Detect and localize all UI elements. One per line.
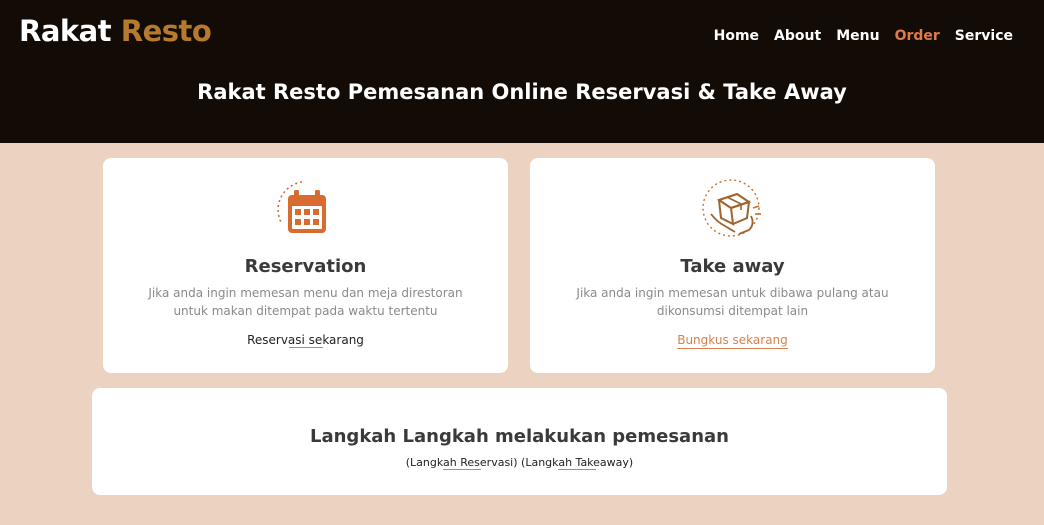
takeaway-description: Jika anda ingin memesan untuk dibawa pul… (576, 286, 889, 318)
main-nav: Home About Menu Order Service (714, 28, 1013, 44)
nav-service[interactable]: Service (955, 28, 1013, 44)
takeaway-icon-wrap (530, 178, 935, 242)
calendar-icon (276, 181, 326, 233)
takeaway-card: Take away Jika anda ingin memesan untuk … (530, 158, 935, 373)
brand-name-accent: Resto (120, 14, 212, 48)
takeaway-link[interactable]: Bungkus sekarang (677, 333, 788, 349)
brand-name-primary: Rakat (19, 14, 112, 48)
takeaway-title: Take away (680, 256, 785, 277)
nav-menu[interactable]: Menu (836, 28, 879, 44)
steps-reservation-link[interactable]: (Langkah Reservasi) (405, 456, 518, 470)
reservation-description: Jika anda ingin memesan menu dan meja di… (148, 286, 463, 318)
page-title: Rakat Resto Pemesanan Online Reservasi &… (197, 80, 847, 104)
reservation-icon-wrap (103, 178, 508, 242)
steps-takeaway-link[interactable]: (Langkah Takeaway) (521, 456, 634, 470)
steps-card: Langkah Langkah melakukan pemesanan (Lan… (92, 388, 947, 495)
nav-home[interactable]: Home (714, 28, 759, 44)
nav-order[interactable]: Order (895, 28, 940, 44)
nav-about[interactable]: About (774, 28, 821, 44)
brand-logo[interactable]: Rakat Resto (19, 14, 212, 48)
steps-links: (Langkah Reservasi) (Langkah Takeaway) (92, 456, 947, 470)
reservation-card: Reservation Jika anda ingin memesan menu… (103, 158, 508, 373)
takeaway-box-icon (701, 179, 761, 237)
site-header: Rakat Resto Home About Menu Order Servic… (0, 0, 1044, 143)
reservation-link[interactable]: Reservasi sekarang (247, 333, 364, 349)
steps-title: Langkah Langkah melakukan pemesanan (310, 426, 729, 447)
reservation-title: Reservation (244, 256, 367, 277)
